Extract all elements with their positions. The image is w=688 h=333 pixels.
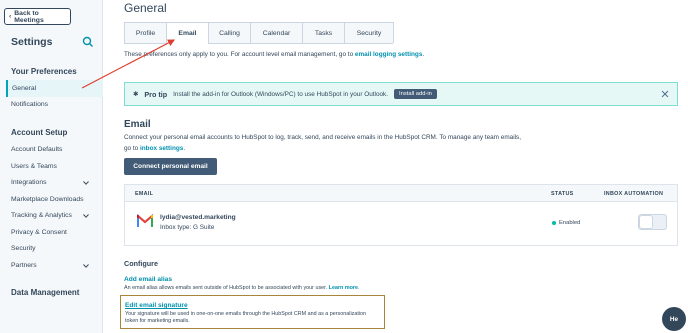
section-data-management: Data Management bbox=[11, 288, 80, 297]
column-header-inbox-automation: INBOX AUTOMATION bbox=[604, 191, 664, 197]
toggle-knob bbox=[639, 215, 653, 229]
intro-text-end: . bbox=[422, 51, 425, 58]
tab-bar: Profile Email Calling Calendar Tasks Sec… bbox=[124, 22, 394, 44]
sidebar-item-general[interactable]: General bbox=[6, 80, 103, 97]
learn-more-link[interactable]: Learn more bbox=[329, 285, 358, 291]
close-icon[interactable] bbox=[661, 90, 669, 98]
install-add-in-button[interactable]: Install add-in bbox=[394, 89, 437, 99]
sidebar-item-integrations[interactable]: Integrations bbox=[11, 179, 47, 186]
chevron-down-icon[interactable] bbox=[83, 263, 89, 269]
tab-calling[interactable]: Calling bbox=[208, 22, 251, 43]
edit-email-signature-link[interactable]: Edit email signature bbox=[125, 302, 380, 309]
pro-tip-title: Pro tip bbox=[144, 89, 168, 99]
column-header-status: STATUS bbox=[551, 191, 574, 197]
signature-description: Your signature will be used in one-on-on… bbox=[125, 311, 367, 324]
account-email: lydia@vested.marketing bbox=[160, 214, 236, 221]
pro-tip-banner: ✱ Pro tip Install the add-in for Outlook… bbox=[124, 82, 678, 106]
status-dot-icon bbox=[552, 221, 556, 225]
intro-text: These preferences only apply to you. For… bbox=[124, 51, 424, 58]
sidebar-item-notifications[interactable]: Notifications bbox=[11, 101, 48, 108]
chevron-down-icon[interactable] bbox=[83, 213, 89, 219]
email-description: Connect your personal email accounts to … bbox=[124, 132, 524, 154]
chevron-left-icon: ‹ bbox=[9, 13, 12, 20]
sidebar-item-account-defaults[interactable]: Account Defaults bbox=[11, 146, 62, 153]
sidebar-item-users-teams[interactable]: Users & Teams bbox=[11, 163, 57, 170]
pin-icon: ✱ bbox=[133, 91, 139, 98]
add-email-alias-link[interactable]: Add email alias bbox=[124, 276, 172, 283]
sidebar-item-partners[interactable]: Partners bbox=[11, 262, 37, 269]
main-content: General Profile Email Calling Calendar T… bbox=[103, 0, 688, 333]
search-icon[interactable] bbox=[82, 36, 94, 48]
tab-tasks[interactable]: Tasks bbox=[302, 22, 345, 43]
chevron-down-icon[interactable] bbox=[83, 180, 89, 186]
account-inbox-type: Inbox type: G Suite bbox=[160, 224, 215, 231]
alias-description: An email alias allows emails sent outsid… bbox=[124, 285, 360, 291]
gmail-icon bbox=[137, 214, 153, 227]
email-table-header: EMAIL STATUS INBOX AUTOMATION bbox=[124, 184, 678, 202]
column-header-email: EMAIL bbox=[135, 191, 154, 197]
connect-personal-email-button[interactable]: Connect personal email bbox=[124, 158, 217, 175]
section-your-preferences: Your Preferences bbox=[11, 67, 77, 76]
inbox-automation-toggle[interactable] bbox=[638, 214, 667, 230]
sidebar-item-tracking-analytics[interactable]: Tracking & Analytics bbox=[11, 212, 72, 219]
section-account-setup: Account Setup bbox=[11, 128, 68, 137]
inbox-settings-link[interactable]: inbox settings bbox=[140, 145, 183, 152]
intro-text-body: These preferences only apply to you. For… bbox=[124, 51, 355, 58]
email-logging-settings-link[interactable]: email logging settings bbox=[355, 51, 422, 58]
back-button-label: Back to Meetings bbox=[14, 9, 44, 24]
sidebar-title: Settings bbox=[11, 36, 53, 48]
sidebar-item-privacy-consent[interactable]: Privacy & Consent bbox=[11, 229, 67, 236]
configure-heading: Configure bbox=[124, 259, 158, 268]
tab-profile[interactable]: Profile bbox=[124, 22, 167, 43]
tab-calendar[interactable]: Calendar bbox=[250, 22, 303, 43]
page-title: General bbox=[124, 1, 167, 15]
email-heading: Email bbox=[124, 119, 151, 130]
table-row: lydia@vested.marketing Inbox type: G Sui… bbox=[124, 202, 678, 246]
signature-highlight-box: Edit email signature Your signature will… bbox=[120, 295, 385, 329]
alias-description-end: . bbox=[358, 285, 360, 291]
sidebar-item-security[interactable]: Security bbox=[11, 245, 36, 252]
alias-description-body: An email alias allows emails sent outsid… bbox=[124, 285, 329, 291]
pro-tip-text: Install the add-in for Outlook (Windows/… bbox=[173, 90, 389, 98]
back-to-meetings-button[interactable]: ‹ Back to Meetings bbox=[4, 8, 71, 25]
sidebar-item-marketplace-downloads[interactable]: Marketplace Downloads bbox=[11, 196, 84, 203]
tab-email[interactable]: Email bbox=[166, 22, 209, 44]
tab-security[interactable]: Security bbox=[344, 22, 394, 43]
help-button[interactable]: He bbox=[662, 307, 686, 331]
status-badge: Enabled bbox=[559, 220, 581, 226]
settings-sidebar: ‹ Back to Meetings Settings Your Prefere… bbox=[0, 0, 103, 333]
email-description-end: . bbox=[183, 145, 186, 152]
